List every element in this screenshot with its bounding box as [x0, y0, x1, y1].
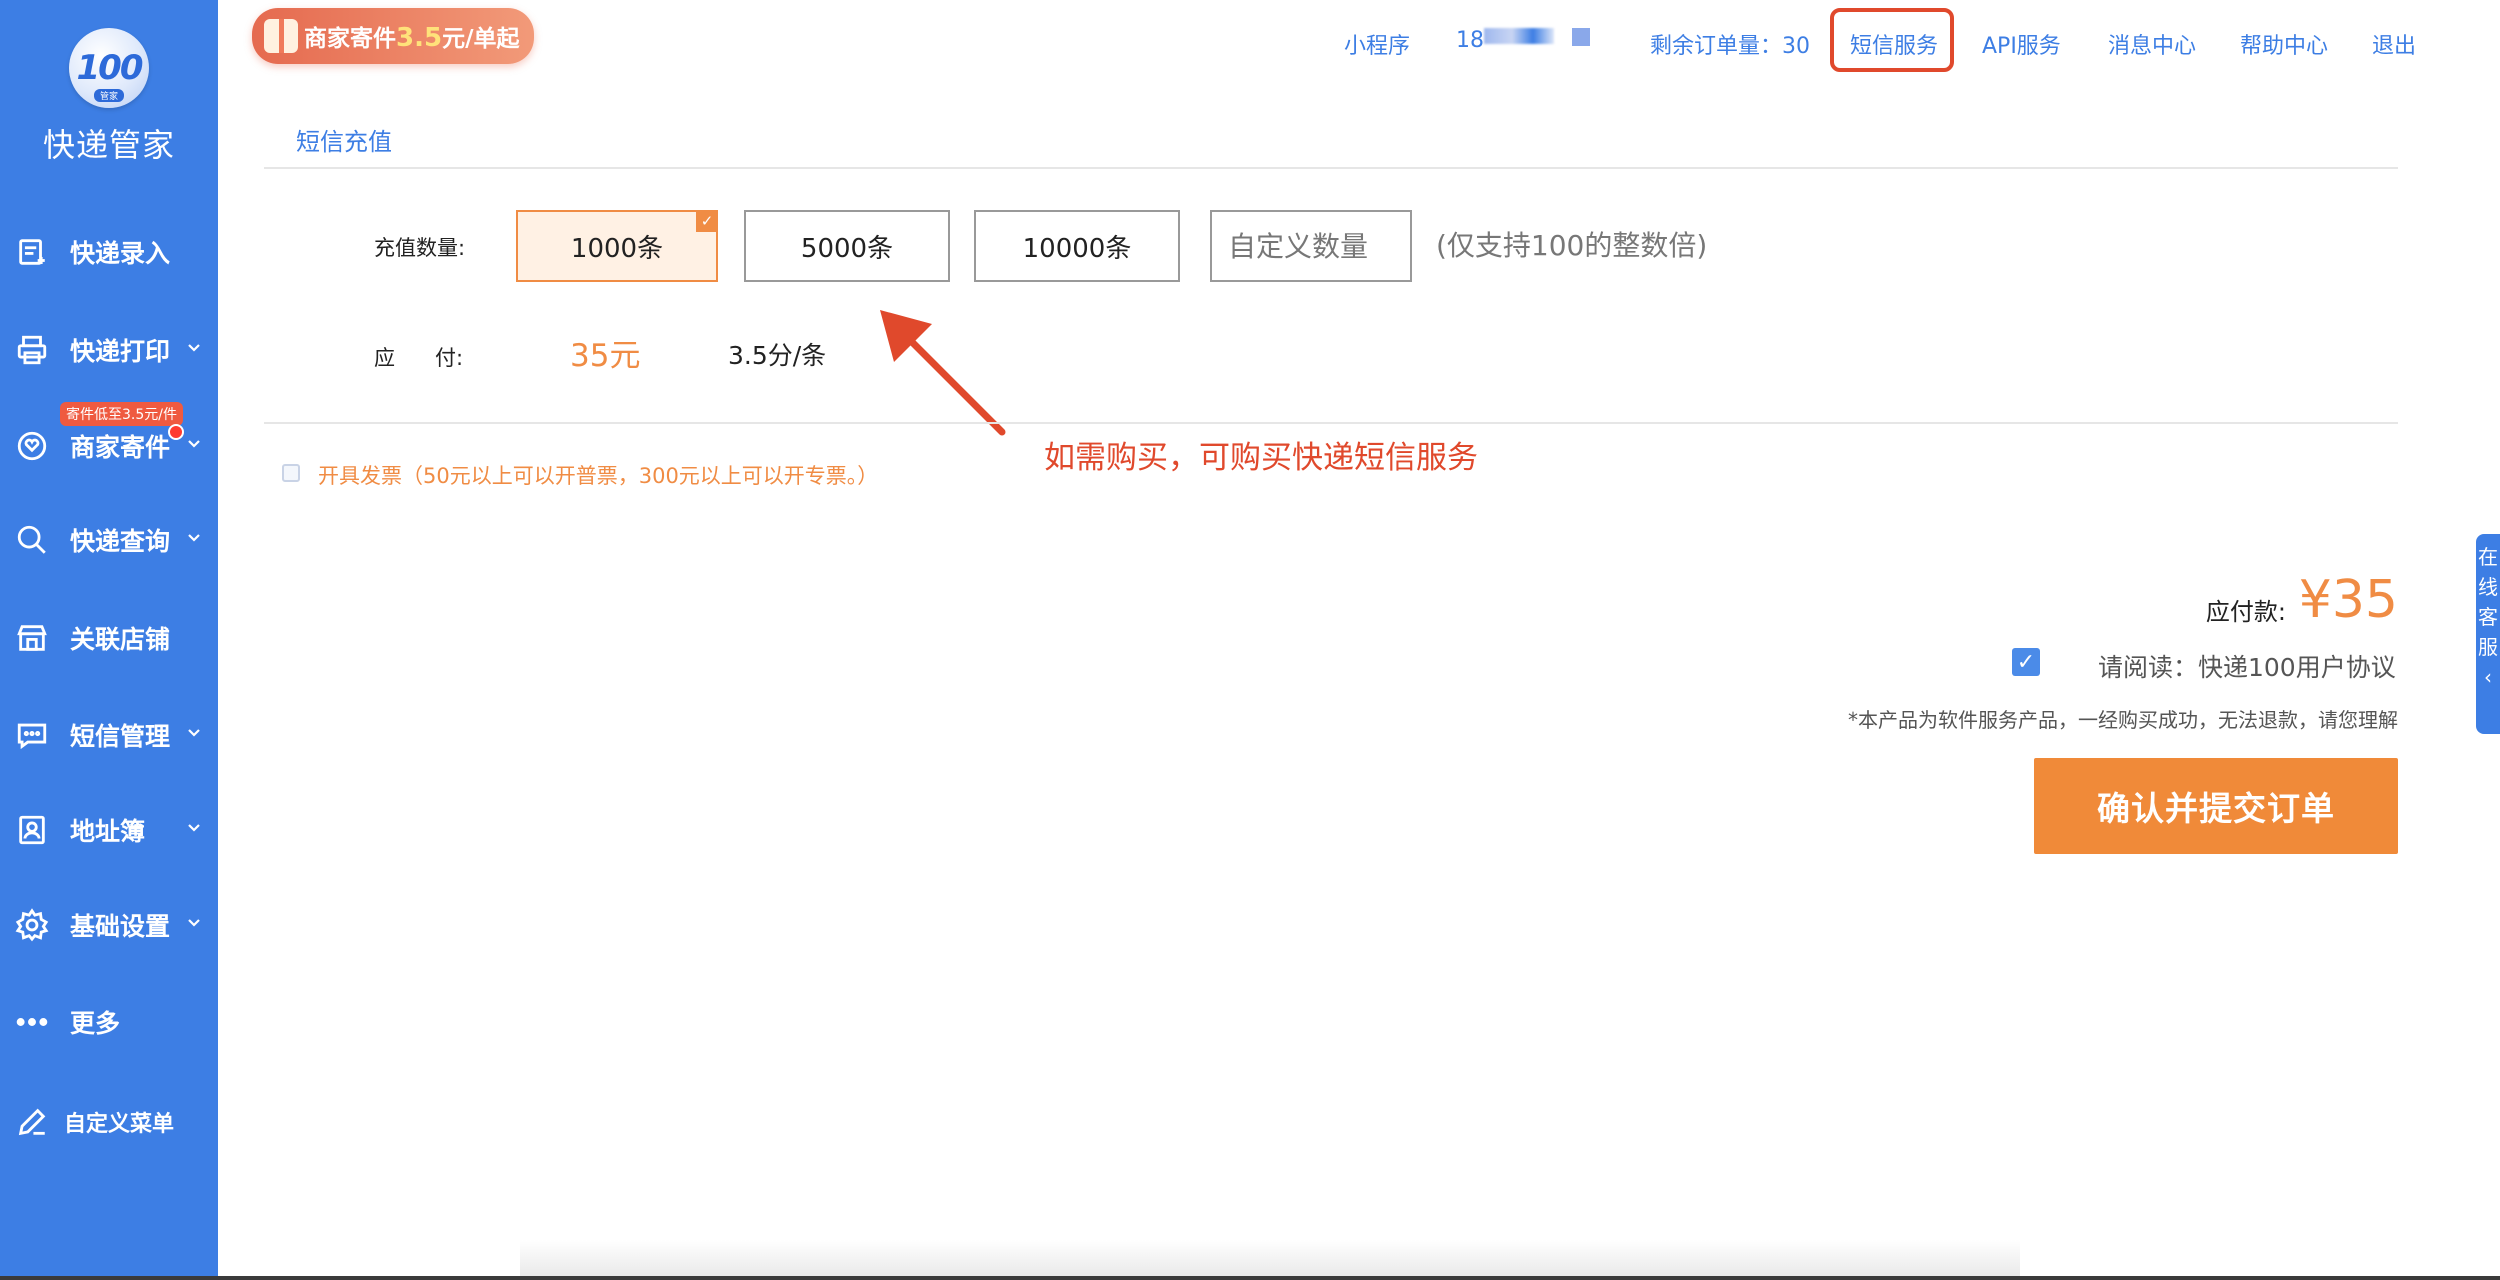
invoice-checkbox[interactable]: [282, 464, 300, 482]
sidebar-item-sms-management[interactable]: 短信管理: [0, 705, 218, 765]
sidebar-item-express-print[interactable]: 快递打印: [0, 320, 218, 380]
qty-label: 充值数量:: [374, 236, 466, 260]
phone-redacted: [1484, 28, 1554, 44]
total-amount: ¥35: [2298, 570, 2398, 630]
banner-text-before: 商家寄件: [304, 26, 396, 52]
sidebar-item-express-query[interactable]: 快递查询: [0, 510, 218, 570]
sms-service-highlight: [1830, 8, 1954, 72]
logout-link[interactable]: 退出: [2372, 28, 2416, 60]
sidebar-item-label: 更多: [70, 1009, 121, 1038]
sidebar-item-label: 地址簿: [70, 817, 146, 846]
unit-price: 3.5分/条: [728, 341, 827, 370]
sidebar-item-label: 快递查询: [70, 527, 171, 556]
chevron-left-icon: ‹: [2484, 665, 2492, 689]
divider: [264, 422, 2398, 424]
sidebar-item-custom-menu[interactable]: 自定义菜单: [0, 1092, 218, 1152]
sidebar-item-label: 关联店铺: [70, 625, 171, 654]
banner-text-after: 元/单起: [442, 26, 520, 52]
sidebar-item-linked-stores[interactable]: 关联店铺: [0, 608, 218, 668]
pay-label: 应 付:: [374, 346, 464, 370]
chevron-down-icon: [186, 436, 202, 456]
chevron-down-icon: [186, 725, 202, 745]
service-char: 服: [2478, 635, 2498, 659]
promo-badge: 寄件低至3.5元/件: [60, 402, 183, 426]
qty-option-10000[interactable]: 10000条: [974, 210, 1180, 282]
sidebar-item-basic-settings[interactable]: 基础设置: [0, 895, 218, 955]
store-icon: [14, 620, 50, 656]
more-dots-icon: [14, 1004, 50, 1040]
message-icon: [14, 717, 50, 753]
total-label: 应付款:: [2205, 598, 2286, 626]
bottom-bar: [0, 1276, 2500, 1280]
qty-option-label: 5000条: [800, 233, 894, 264]
api-service-link[interactable]: API服务: [1982, 28, 2061, 60]
help-center-link[interactable]: 帮助中心: [2240, 28, 2328, 60]
shield-heart-icon: [14, 428, 50, 464]
annotation-text: 如需购买，可购买快递短信服务: [1044, 440, 1478, 476]
qty-option-5000[interactable]: 5000条: [744, 210, 950, 282]
logo-subtext: 管家: [93, 89, 125, 102]
service-char: 客: [2478, 605, 2498, 629]
service-char: 线: [2478, 575, 2498, 599]
qty-option-1000[interactable]: 1000条 ✓: [516, 210, 718, 282]
app-title: 快递管家: [42, 126, 175, 164]
message-center-link[interactable]: 消息中心: [2108, 28, 2196, 60]
banner-price: 3.5: [396, 23, 443, 53]
sidebar-item-label: 快递打印: [70, 337, 171, 366]
logo-icon: 100 管家: [69, 28, 149, 108]
sidebar-item-express-entry[interactable]: 快递录入: [0, 222, 218, 282]
custom-quantity-input[interactable]: [1210, 210, 1412, 282]
agreement-checkbox[interactable]: ✓: [2012, 648, 2040, 676]
chevron-down-icon: [186, 915, 202, 935]
banner-text: 商家寄件3.5元/单起: [304, 19, 519, 53]
logo[interactable]: 100 管家 快递管家: [0, 28, 218, 166]
sidebar-item-label: 快递录入: [70, 239, 171, 268]
search-icon: [14, 522, 50, 558]
check-icon: ✓: [696, 210, 718, 232]
sidebar-item-label: 商家寄件: [70, 433, 171, 462]
bottom-shadow: [520, 1240, 2020, 1276]
phone-redacted-block: [1572, 28, 1590, 46]
sidebar-item-address-book[interactable]: 地址簿: [0, 800, 218, 860]
chevron-down-icon: [186, 530, 202, 550]
sidebar-item-label: 基础设置: [70, 912, 171, 941]
qty-option-label: 10000条: [1022, 233, 1132, 264]
chevron-down-icon: [186, 340, 202, 360]
annotation-arrow-icon: [880, 310, 1006, 436]
sidebar-item-more[interactable]: 更多: [0, 992, 218, 1052]
sidebar-item-label: 短信管理: [70, 722, 171, 751]
refund-note: *本产品为软件服务产品，一经购买成功，无法退款，请您理解: [1848, 708, 2398, 732]
pencil-icon: [14, 1104, 50, 1140]
pay-value: 35元: [570, 338, 641, 374]
sidebar: 100 管家 快递管家 快递录入 快递打印 商家寄件 寄件低至3.5元/件 快递…: [0, 0, 218, 1276]
qty-option-label: 1000条: [570, 233, 664, 264]
remaining-orders: 剩余订单量：30: [1650, 34, 1810, 59]
divider: [264, 167, 2398, 169]
logo-text: 100: [76, 48, 144, 88]
notification-dot: [168, 424, 184, 440]
tab-sms-recharge[interactable]: 短信充值: [296, 122, 392, 157]
gear-icon: [14, 907, 50, 943]
printer-icon: [14, 332, 50, 368]
online-service-tab[interactable]: 在 线 客 服 ‹: [2476, 534, 2500, 734]
promo-banner[interactable]: 商家寄件3.5元/单起: [252, 8, 534, 64]
mini-program-link[interactable]: 小程序: [1344, 28, 1410, 60]
service-char: 在: [2478, 545, 2498, 569]
submit-order-button[interactable]: 确认并提交订单: [2034, 758, 2398, 854]
gift-icon: [264, 19, 298, 53]
agreement-link[interactable]: 请阅读：快递100用户协议: [2098, 648, 2396, 684]
contacts-icon: [14, 812, 50, 848]
quantity-hint: (仅支持100的整数倍): [1436, 229, 1708, 262]
chevron-down-icon: [186, 820, 202, 840]
document-edit-icon: [14, 234, 50, 270]
invoice-label[interactable]: 开具发票（50元以上可以开普票，300元以上可以开专票。）: [318, 460, 878, 490]
sidebar-item-label: 自定义菜单: [64, 1112, 175, 1137]
account-phone: 18: [1456, 28, 1484, 53]
